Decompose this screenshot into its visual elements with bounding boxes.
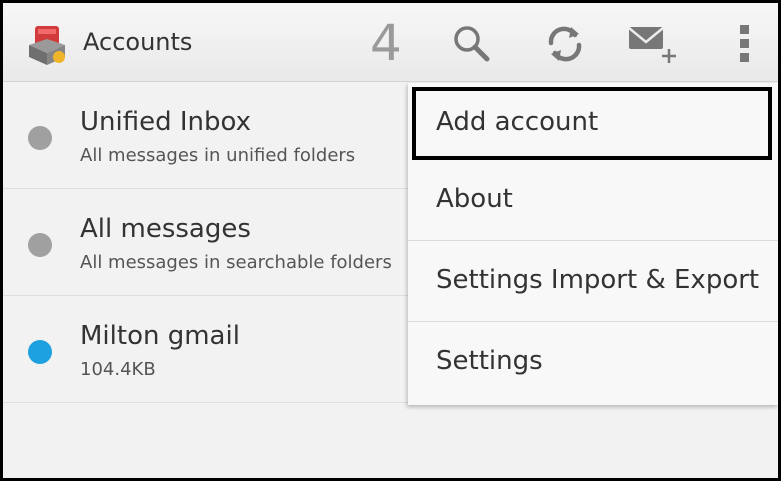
- app-window: Accounts 4 Unified Inbox All messages in…: [0, 0, 781, 481]
- menu-item-label: Add account: [436, 107, 599, 137]
- menu-item-about[interactable]: About: [408, 160, 778, 241]
- overflow-menu: Add account About Settings Import & Expo…: [408, 83, 778, 405]
- menu-item-label: About: [436, 184, 513, 214]
- menu-item-label: Settings: [436, 346, 543, 376]
- refresh-icon[interactable]: [537, 17, 593, 71]
- menu-item-label: Settings Import & Export: [436, 265, 760, 295]
- compose-icon[interactable]: [625, 17, 681, 71]
- menu-item-add-account[interactable]: Add account: [412, 87, 772, 160]
- account-name: Milton gmail: [80, 321, 240, 351]
- account-name: All messages: [80, 214, 251, 244]
- account-description: All messages in searchable folders: [80, 252, 392, 273]
- account-color-dot: [28, 233, 52, 257]
- search-icon[interactable]: [443, 17, 499, 71]
- unread-count: 4: [370, 14, 402, 72]
- account-description: All messages in unified folders: [80, 145, 356, 166]
- action-bar: Accounts 4: [3, 3, 778, 82]
- account-name: Unified Inbox: [80, 107, 252, 137]
- app-icon[interactable]: [25, 23, 71, 67]
- menu-item-settings[interactable]: Settings: [408, 322, 778, 402]
- screen-title: Accounts: [83, 28, 193, 56]
- account-color-dot: [28, 126, 52, 150]
- menu-item-settings-import-export[interactable]: Settings Import & Export: [408, 241, 778, 322]
- account-color-dot: [28, 340, 52, 364]
- overflow-menu-icon[interactable]: [717, 17, 773, 71]
- account-size: 104.4KB: [80, 359, 156, 380]
